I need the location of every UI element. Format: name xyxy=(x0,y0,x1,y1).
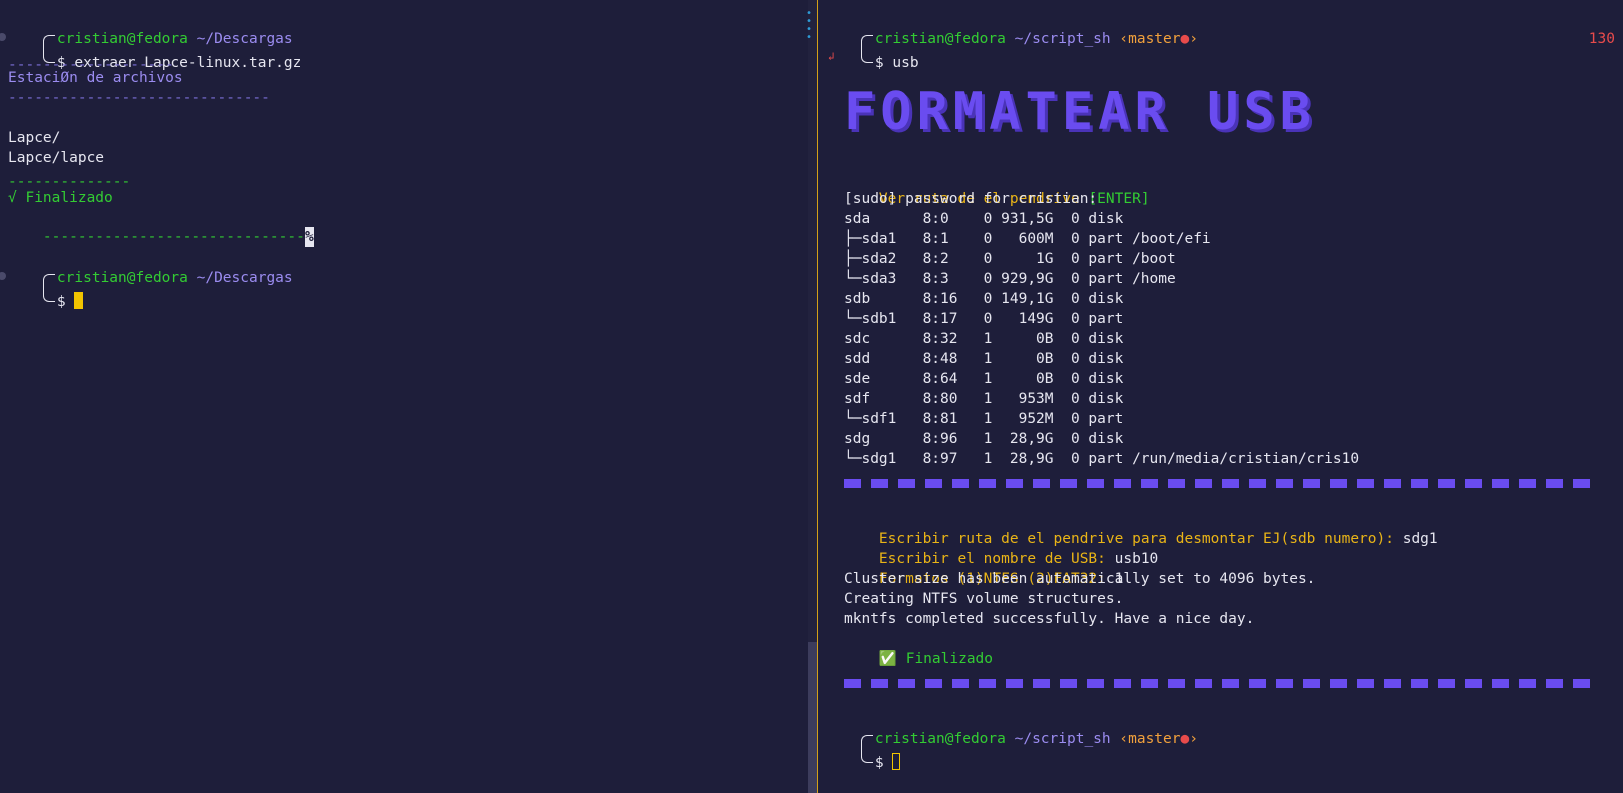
unmount-value: sdg1 xyxy=(1402,531,1438,547)
prompt-corner-bottom xyxy=(42,288,55,302)
command-line-1: $ extraer Lapce-linux.tar.gz xyxy=(8,29,301,71)
git-branch: ‹master xyxy=(1119,731,1181,747)
text-cursor xyxy=(892,753,901,770)
see-path-line: Ver ruta de el pendrive [ENTER] xyxy=(844,169,1150,207)
git-branch-close: › xyxy=(1189,31,1198,47)
prompt-corner-bottom xyxy=(860,749,873,763)
lsblk-row: └─sda3 8:3 0 929,9G 0 part /home xyxy=(844,271,1176,287)
prompt-corner-bottom xyxy=(860,49,873,63)
done-label: √ Finalizado xyxy=(8,190,113,206)
lsblk-row: sde 8:64 1 0B 0 disk xyxy=(844,371,1124,387)
unmount-line: Escribir ruta de el pendrive para desmon… xyxy=(844,509,1438,547)
output-line: Cluster size has been automatically set … xyxy=(844,571,1316,587)
usb-name-line: Escribir el nombre de USB: usb10 xyxy=(844,529,1158,567)
lsblk-row: sdg 8:96 1 28,9G 0 disk xyxy=(844,431,1124,447)
percent-line: % xyxy=(1602,673,1623,693)
sudo-line: [sudo] password for cristian: xyxy=(844,191,1098,207)
rule-end: ------------------------------ xyxy=(42,229,305,245)
output-line: Creating NTFS volume structures. xyxy=(844,591,1124,607)
lsblk-row: sdb 8:16 0 149,1G 0 disk xyxy=(844,291,1124,307)
output-line: mkntfs completed successfully. Have a ni… xyxy=(844,611,1255,627)
git-dirty-icon: ● xyxy=(1180,31,1190,47)
terminal-pane-left[interactable]: cristian@fedora ~/Descargas $ extraer La… xyxy=(0,0,805,793)
terminal-pane-right[interactable]: cristian@fedora ~/script_sh ‹master●› $ … xyxy=(818,0,1623,793)
ascii-title: FORMATEAR USB xyxy=(844,82,1316,142)
gutter-mark-icon xyxy=(0,33,6,41)
command-text: usb xyxy=(892,55,919,71)
scrollbar-thumb[interactable] xyxy=(808,642,817,793)
prompt-symbol: $ xyxy=(56,294,66,310)
drag-handle-icon[interactable]: • • • • xyxy=(806,9,812,43)
lsblk-row: └─sdb1 8:17 0 149G 0 part xyxy=(844,311,1124,327)
percent-marker: % xyxy=(304,227,314,247)
lsblk-row: └─sdf1 8:81 1 952M 0 part xyxy=(844,411,1124,427)
lsblk-row: sdd 8:48 1 0B 0 disk xyxy=(844,351,1124,367)
done-label: Finalizado xyxy=(896,651,994,667)
rule-end-line: ------------------------------% xyxy=(8,207,314,247)
prompt-path: ~/script_sh xyxy=(1014,731,1111,747)
separator-bar xyxy=(844,679,1590,688)
file-entry: Lapce/lapce xyxy=(8,150,105,166)
prompt-line-1: cristian@fedora ~/script_sh ‹master●› xyxy=(826,9,1198,49)
format-line: Formatos (1)NTFS (2)FAT32: 1 xyxy=(844,549,1123,587)
lsblk-row: sdf 8:80 1 953M 0 disk xyxy=(844,391,1124,407)
lsblk-row: sda 8:0 0 931,5G 0 disk xyxy=(844,211,1124,227)
separator-bar xyxy=(844,479,1590,488)
return-arrow-icon: ↲ xyxy=(828,50,835,63)
git-dirty-icon: ● xyxy=(1180,731,1190,747)
exit-code: 130 xyxy=(1588,31,1615,47)
command-line-2[interactable]: $ xyxy=(8,268,84,310)
lsblk-row: sdc 8:32 1 0B 0 disk xyxy=(844,331,1124,347)
check-mark-icon: ✅ xyxy=(878,651,897,667)
section-heading: EstaciØn de archivos xyxy=(8,70,183,86)
text-cursor xyxy=(74,292,84,309)
prompt-line-1: cristian@fedora ~/Descargas xyxy=(8,9,293,49)
git-branch: ‹master xyxy=(1119,31,1181,47)
lsblk-row: ├─sda1 8:1 0 600M 0 part /boot/efi xyxy=(844,231,1211,247)
enter-key-hint: [ENTER] xyxy=(1088,191,1150,207)
prompt-symbol: $ xyxy=(874,755,884,771)
rule-long: ------------------------------ xyxy=(8,90,270,106)
prompt-path: ~/script_sh xyxy=(1014,31,1111,47)
git-branch-close: › xyxy=(1189,731,1198,747)
done-line: ✅ Finalizado xyxy=(844,629,993,667)
command-line-2[interactable]: $ xyxy=(826,729,901,771)
lsblk-row: └─sdg1 8:97 1 28,9G 0 part /run/media/cr… xyxy=(844,451,1360,467)
command-line-1: $ usb xyxy=(826,29,919,71)
file-entry: Lapce/ xyxy=(8,130,61,146)
prompt-line-2: cristian@fedora ~/Descargas xyxy=(8,248,293,288)
prompt-line-2: cristian@fedora ~/script_sh ‹master●› xyxy=(826,709,1198,749)
lsblk-row: ├─sda2 8:2 0 1G 0 part /boot xyxy=(844,251,1176,267)
prompt-symbol: $ xyxy=(874,55,884,71)
gutter-mark-icon xyxy=(0,272,6,280)
prompt-path: ~/Descargas xyxy=(196,270,293,286)
